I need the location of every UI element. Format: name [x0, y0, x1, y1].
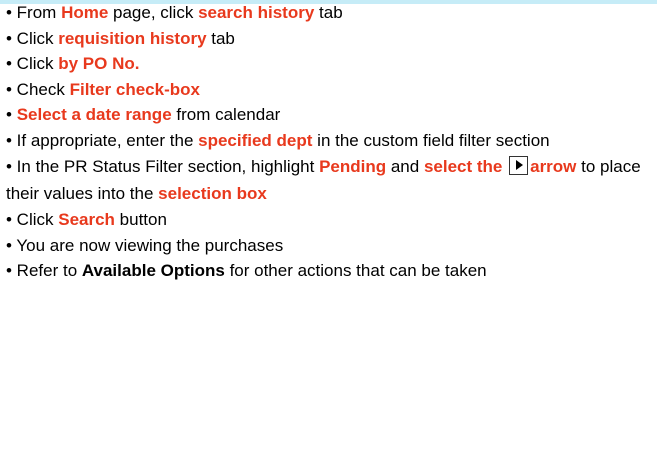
step-text: Check [11, 79, 70, 99]
step-text: You are now viewing the purchases [11, 235, 284, 255]
available-options-bold: Available Options [81, 261, 225, 280]
step-text: tab [314, 3, 343, 22]
step-4: • Check Filter check-box [6, 77, 652, 103]
select-the-highlight: select the [423, 157, 503, 176]
step-text: and [386, 157, 424, 176]
step-text: From [11, 3, 62, 22]
step-7: • In the PR Status Filter section, highl… [6, 153, 652, 207]
step-1: • From Home page, click search history t… [6, 0, 652, 26]
step-text: tab [206, 28, 235, 48]
step-text: In the PR Status Filter section, highlig… [11, 157, 320, 176]
step-text: If appropriate, enter the [11, 130, 199, 150]
specified-dept-highlight: specified dept [198, 130, 313, 150]
by-po-no-highlight: by PO No. [58, 54, 140, 73]
step-2: • Click requisition history tab [6, 26, 652, 52]
step-5: • Select a date range from calendar [6, 102, 652, 128]
instruction-steps-list: • From Home page, click search history t… [6, 0, 652, 284]
filter-checkbox-highlight: Filter check-box [69, 79, 200, 99]
arrow-highlight: arrow [530, 157, 577, 176]
step-6: • If appropriate, enter the specified de… [6, 128, 652, 154]
step-text: Click [11, 54, 59, 73]
step-text: from calendar [171, 105, 281, 124]
step-text: Click [11, 210, 59, 229]
search-history-highlight: search history [198, 3, 315, 22]
step-8: • Click Search button [6, 207, 652, 233]
date-range-highlight: Select a date range [16, 105, 172, 124]
step-9: • You are now viewing the purchases [6, 233, 652, 259]
requisition-history-highlight: requisition history [58, 28, 207, 48]
step-text: Refer to [11, 261, 82, 280]
step-3: • Click by PO No. [6, 51, 652, 77]
step-10: • Refer to Available Options for other a… [6, 258, 652, 284]
pending-highlight: Pending [319, 157, 387, 176]
step-text: page, click [108, 3, 199, 22]
search-highlight: Search [58, 210, 115, 229]
step-text: for other actions that can be taken [224, 261, 487, 280]
home-page-highlight: Home [61, 3, 109, 22]
right-arrow-button-icon [509, 156, 529, 175]
selection-box-highlight: selection box [158, 184, 267, 203]
step-text: in the custom field filter section [312, 130, 550, 150]
step-text: button [114, 210, 167, 229]
step-text: Click [11, 28, 59, 48]
